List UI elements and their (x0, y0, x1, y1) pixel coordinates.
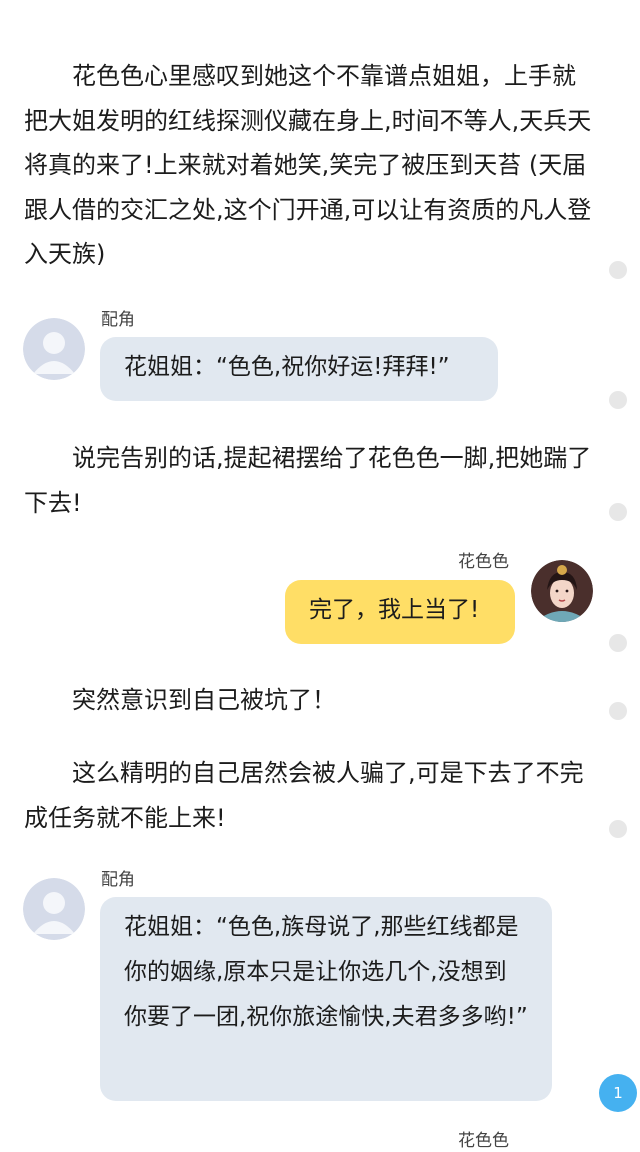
scroll-marker[interactable] (609, 634, 627, 652)
scroll-marker[interactable] (609, 261, 627, 279)
page-number-badge[interactable]: 1 (599, 1074, 637, 1112)
speaker-name: 花色色 (458, 552, 509, 572)
speaker-name: 配角 (101, 870, 135, 890)
story-paragraph: 花色色心里感叹到她这个不靠谱点姐姐，上手就把大姐发明的红线探测仪藏在身上,时间不… (24, 62, 592, 268)
scroll-marker[interactable] (609, 391, 627, 409)
chat-bubble-left: 花姐姐：“色色,祝你好运!拜拜!” (100, 337, 498, 401)
message-text: 花姐姐：“色色,族母说了,那些红线都是你的姻缘,原本只是让你选几个,没想到你要了… (124, 914, 528, 1030)
story-paragraph: 这么精明的自己居然会被人骗了,可是下去了不完成任务就不能上来! (24, 759, 584, 832)
scroll-marker[interactable] (609, 820, 627, 838)
chat-bubble-right: 完了，我上当了! (285, 580, 515, 644)
scroll-marker[interactable] (609, 702, 627, 720)
message-text: 花姐姐：“色色,祝你好运!拜拜!” (124, 354, 450, 380)
default-avatar-icon (23, 878, 85, 940)
character-avatar-icon (531, 560, 593, 622)
story-paragraph: 突然意识到自己被坑了！ (72, 686, 336, 714)
speaker-name: 配角 (101, 310, 135, 330)
story-paragraph: 说完告别的话,提起裙摆给了花色色一脚,把她踹了下去! (24, 444, 592, 517)
chat-bubble-left: 花姐姐：“色色,族母说了,那些红线都是你的姻缘,原本只是让你选几个,没想到你要了… (100, 897, 552, 1101)
speaker-name: 花色色 (458, 1131, 509, 1151)
message-text: 完了，我上当了! (309, 597, 480, 623)
scroll-marker[interactable] (609, 503, 627, 521)
default-avatar-icon (23, 318, 85, 380)
